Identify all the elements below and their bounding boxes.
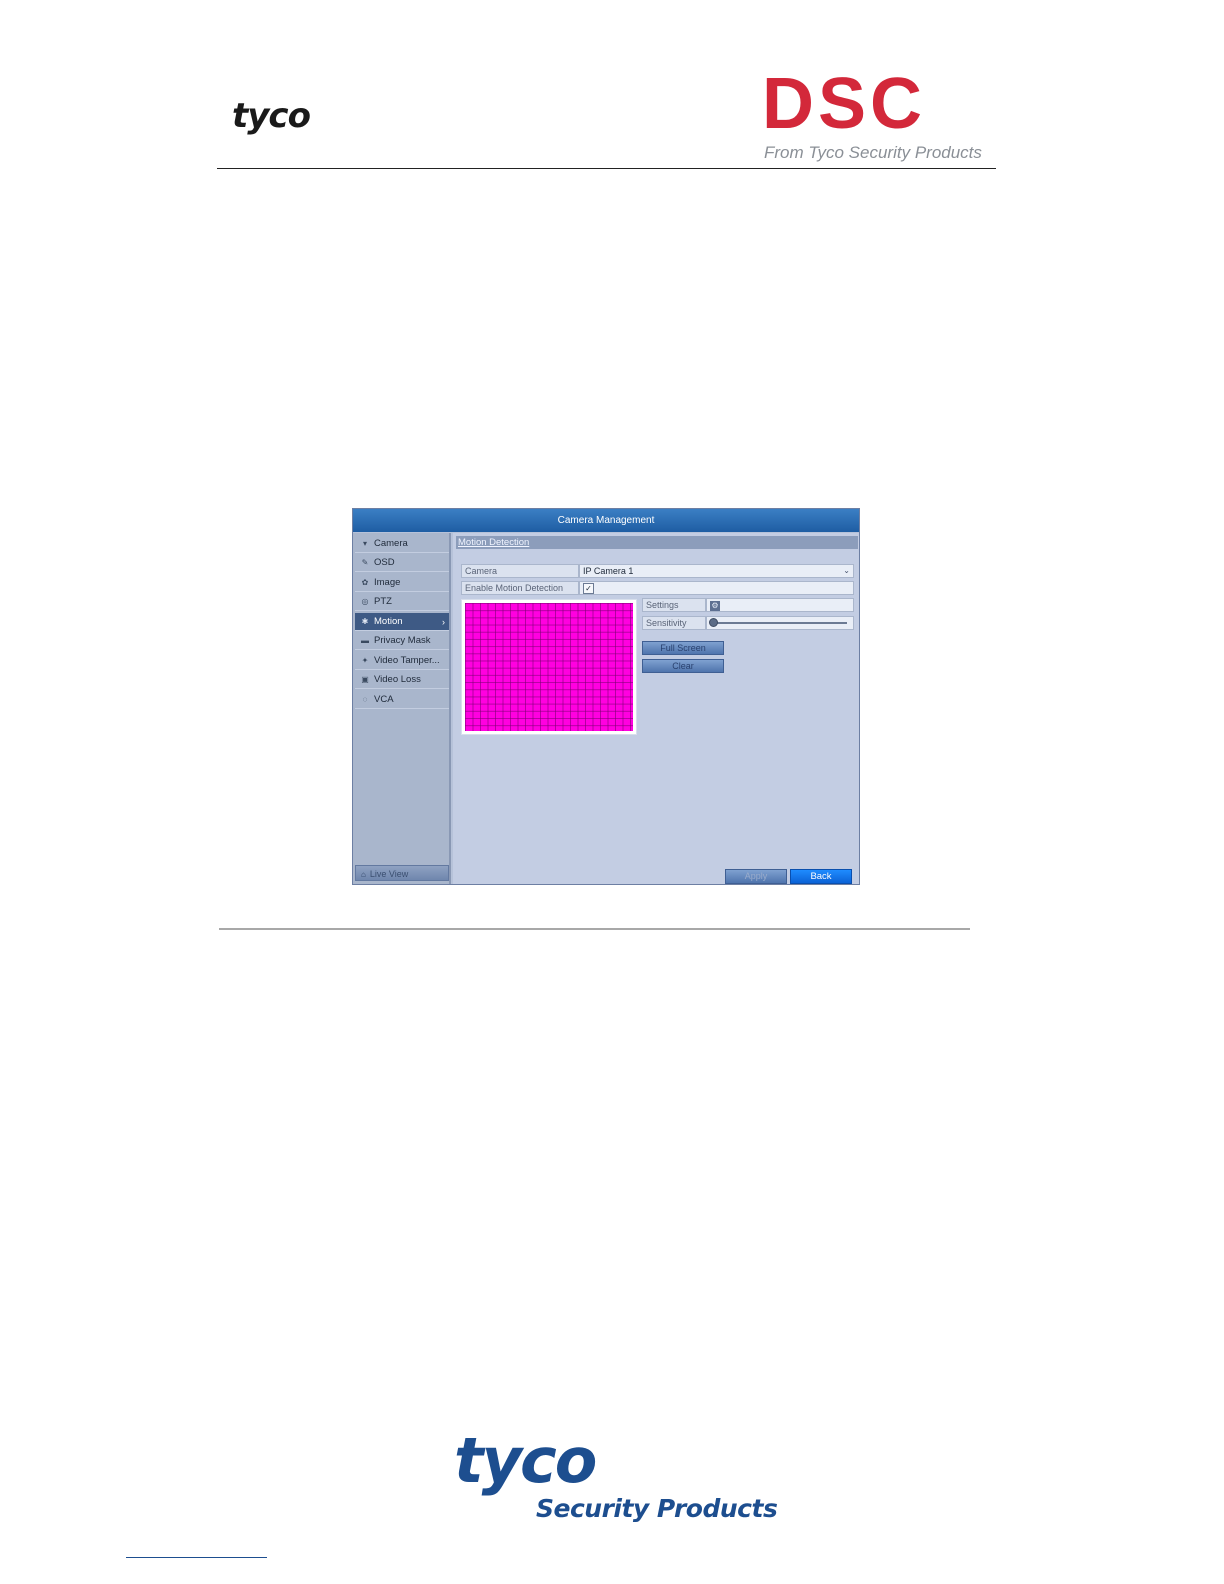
apply-button[interactable]: Apply	[725, 869, 787, 884]
back-button[interactable]: Back	[790, 869, 852, 884]
enable-motion-detection-row: ✓	[579, 581, 854, 595]
sidebar-item-label: VCA	[374, 694, 394, 705]
clear-button[interactable]: Clear	[642, 659, 724, 673]
ptz-icon: ◎	[361, 597, 369, 606]
vca-icon: ◌	[362, 695, 368, 704]
privacy-mask-icon: ▬	[361, 636, 369, 645]
footer-link-underline	[126, 1557, 267, 1558]
image-icon: ✿	[361, 578, 369, 587]
sidebar-item-camera[interactable]: ▾ Camera	[355, 535, 449, 553]
sidebar-item-privacy-mask[interactable]: ▬ Privacy Mask	[355, 632, 449, 650]
main-panel: Motion Detection Camera IP Camera 1 ⌄ En…	[453, 533, 859, 884]
sidebar-item-label: Video Loss	[374, 674, 421, 685]
live-view-button[interactable]: ⌂ Live View	[355, 865, 449, 881]
sensitivity-slider-handle[interactable]	[709, 618, 718, 627]
chevron-down-icon: ⌄	[843, 566, 850, 575]
motion-detection-grid[interactable]	[465, 603, 633, 731]
camera-select[interactable]: IP Camera 1 ⌄	[579, 564, 854, 578]
video-loss-icon: ▣	[361, 675, 369, 684]
video-tamper-icon: ✦	[361, 656, 369, 665]
gear-icon[interactable]: ⚙	[710, 601, 720, 611]
sidebar-item-label: PTZ	[374, 596, 392, 607]
home-icon: ⌂	[361, 870, 366, 879]
sidebar-item-label: Video Tamper...	[374, 655, 440, 666]
live-view-label: Live View	[369, 869, 409, 879]
motion-icon: ✱	[361, 617, 369, 626]
sidebar-item-video-loss[interactable]: ▣ Video Loss	[355, 671, 449, 689]
enable-motion-detection-label: Enable Motion Detection	[461, 581, 579, 595]
osd-icon: ✎	[361, 558, 369, 567]
sidebar: ▾ Camera ✎ OSD ✿ Image ◎ PTZ ✱ Motion › ▬ Priv…	[353, 533, 451, 884]
sidebar-item-video-tamper[interactable]: ✦ Video Tamper...	[355, 652, 449, 670]
sidebar-item-label: Motion	[374, 616, 403, 627]
window-title: Camera Management	[353, 509, 859, 532]
tab-motion-detection[interactable]: Motion Detection	[456, 536, 858, 549]
sidebar-item-label: Image	[374, 577, 401, 588]
sidebar-item-vca[interactable]: ◌ VCA	[355, 691, 449, 709]
dsc-logo: DSC	[762, 64, 927, 144]
tyco-security-subtitle: Security Products	[536, 1494, 778, 1523]
sensitivity-row	[706, 616, 854, 630]
sidebar-item-ptz[interactable]: ◎ PTZ	[355, 593, 449, 611]
sidebar-item-image[interactable]: ✿ Image	[355, 574, 449, 592]
sidebar-item-label: OSD	[374, 557, 395, 568]
content-divider	[219, 928, 970, 930]
camera-icon: ▾	[362, 539, 367, 548]
chevron-right-icon: ›	[442, 617, 445, 627]
camera-management-window: Camera Management ▾ Camera ✎ OSD ✿ Image ◎ P…	[352, 508, 860, 885]
camera-select-value: IP Camera 1	[583, 566, 634, 576]
section-title: Motion Detection	[458, 537, 530, 548]
sensitivity-label: Sensitivity	[642, 616, 706, 630]
camera-label: Camera	[461, 564, 579, 578]
settings-label: Settings	[642, 598, 706, 612]
tyco-security-logo: tyco	[454, 1424, 597, 1497]
enable-motion-detection-checkbox[interactable]: ✓	[583, 583, 594, 594]
motion-area-preview[interactable]	[461, 599, 637, 735]
sidebar-item-osd[interactable]: ✎ OSD	[355, 554, 449, 572]
dsc-tagline: From Tyco Security Products	[764, 143, 982, 162]
tyco-logo: tyco	[232, 96, 311, 136]
sidebar-item-label: Camera	[374, 538, 408, 549]
sidebar-item-label: Privacy Mask	[374, 635, 431, 646]
header-divider	[217, 168, 996, 169]
settings-row: ⚙	[706, 598, 854, 612]
sidebar-item-motion[interactable]: ✱ Motion ›	[355, 613, 449, 631]
full-screen-button[interactable]: Full Screen	[642, 641, 724, 655]
sensitivity-slider[interactable]	[713, 622, 847, 624]
